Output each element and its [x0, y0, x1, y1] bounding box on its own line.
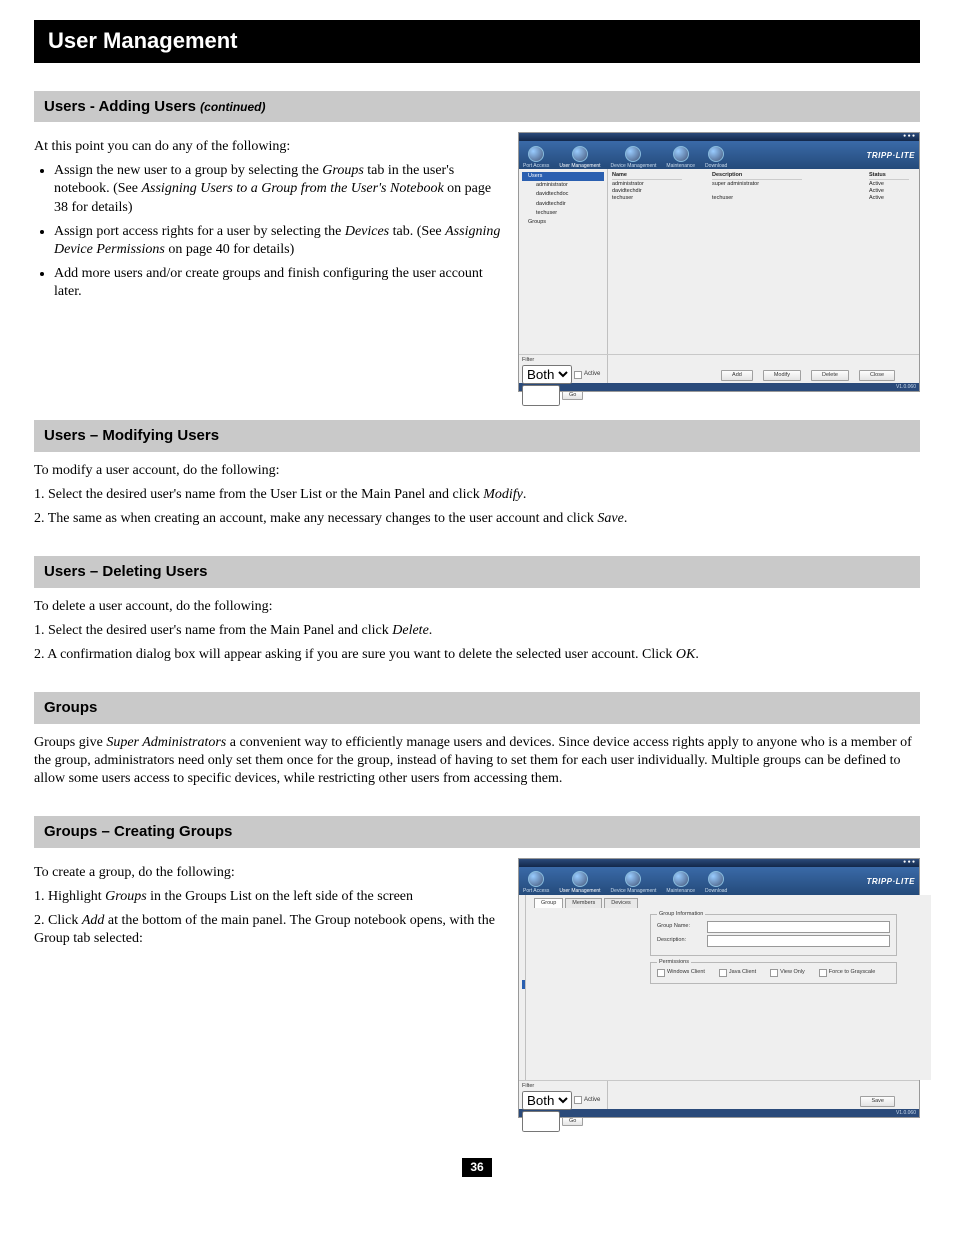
device-icon	[625, 871, 641, 887]
ss1-filter-select[interactable]: Both	[522, 365, 572, 384]
table-row[interactable]: davidtechdir	[612, 188, 682, 195]
ss1-tool-port-access[interactable]: Port Access	[523, 146, 549, 170]
ss1-tree-users[interactable]: Users	[522, 172, 604, 181]
deleting-step1: 1. Select the desired user's name from t…	[34, 622, 920, 640]
ss2-tool-device-mgmt[interactable]: Device Management	[611, 871, 657, 895]
ss2-group-info-fieldset: Group Information Group Name: Descriptio…	[650, 914, 897, 956]
page-number: 36	[462, 1158, 492, 1178]
modifying-intro: To modify a user account, do the followi…	[34, 462, 920, 480]
ss2-filter-input[interactable]	[522, 1111, 560, 1132]
ss2-tool-download[interactable]: Download	[705, 871, 727, 895]
ss2-permissions-fieldset: Permissions Windows Client Java Client V…	[650, 962, 897, 984]
ss2-go-button[interactable]: Go	[562, 1117, 583, 1126]
ss1-filter-label: Filter	[522, 357, 604, 364]
groups-para: Groups give Super Administrators a conve…	[34, 734, 920, 789]
ss2-window-controls: ● ● ●	[519, 859, 919, 867]
download-icon	[708, 146, 724, 162]
users-icon	[572, 871, 588, 887]
ss1-col-name: Name	[612, 172, 682, 180]
ss1-delete-button[interactable]: Delete	[811, 370, 849, 381]
deleting-intro: To delete a user account, do the followi…	[34, 598, 920, 616]
ss1-window-controls: ● ● ●	[519, 133, 919, 141]
section-heading-deleting: Users – Deleting Users	[34, 556, 920, 588]
ss1-tree-user-3[interactable]: davidtechdir	[522, 200, 604, 209]
bullet-2: Assign port access rights for a user by …	[54, 223, 502, 259]
ss1-col-status: Status	[869, 172, 909, 180]
wrench-icon	[673, 146, 689, 162]
ss2-filter-active[interactable]: Active	[574, 1096, 600, 1104]
section-heading-creating: Groups – Creating Groups	[34, 816, 920, 848]
ss2-tab-devices[interactable]: Devices	[604, 898, 638, 908]
ss2-chk-java[interactable]: Java Client	[719, 969, 756, 977]
adding-bullets: Assign the new user to a group by select…	[54, 162, 502, 301]
ss1-toolbar: Port Access User Management Device Manag…	[519, 141, 919, 169]
ss1-tool-device-mgmt[interactable]: Device Management	[611, 146, 657, 170]
ss1-add-button[interactable]: Add	[721, 370, 753, 381]
ss2-tool-port-access[interactable]: Port Access	[523, 871, 549, 895]
modifying-step1: 1. Select the desired user's name from t…	[34, 486, 920, 504]
ss2-filter-label: Filter	[522, 1083, 604, 1090]
ss2-save-button[interactable]: Save	[860, 1096, 895, 1107]
table-row[interactable]: administrator	[612, 181, 682, 188]
ss2-group-desc-input[interactable]	[707, 935, 890, 947]
ss1-main-panel: Name administrator davidtechdir techuser…	[608, 169, 919, 354]
page-title-bar: User Management	[34, 20, 920, 63]
ss1-tree-user-4[interactable]: techuser	[522, 209, 604, 218]
ss2-sidebar: Users administrator davidtechdoc techuse…	[519, 895, 526, 1080]
section-heading-modifying: Users – Modifying Users	[34, 420, 920, 452]
screenshot-users-list: ● ● ● Port Access User Management Device…	[518, 132, 920, 392]
ss2-chk-grayscale[interactable]: Force to Grayscale	[819, 969, 875, 977]
section-heading-adding: Users - Adding Users (continued)	[34, 91, 920, 123]
ss2-toolbar: Port Access User Management Device Manag…	[519, 867, 919, 895]
ss1-close-button[interactable]: Close	[859, 370, 895, 381]
brand-logo: TRIPP·LITE	[866, 877, 915, 887]
ss2-group-name-input[interactable]	[707, 921, 890, 933]
ss1-sidebar: Users administrator davidtechdoc davidte…	[519, 169, 608, 354]
wrench-icon	[673, 871, 689, 887]
ss1-filter-input[interactable]	[522, 385, 560, 406]
page-title: User Management	[48, 28, 238, 53]
ss1-tree-user-2[interactable]: davidtechdoc	[522, 190, 604, 199]
bullet-1: Assign the new user to a group by select…	[54, 162, 502, 217]
ss2-filter-select[interactable]: Both	[522, 1091, 572, 1110]
deleting-step2: 2. A confirmation dialog box will appear…	[34, 646, 920, 664]
globe-icon	[528, 146, 544, 162]
ss2-tab-group[interactable]: Group	[534, 898, 563, 908]
ss1-modify-button[interactable]: Modify	[763, 370, 801, 381]
ss1-tree-groups[interactable]: Groups	[522, 218, 604, 227]
creating-intro: To create a group, do the following:	[34, 864, 502, 882]
ss1-tree-user-1[interactable]: administrator	[522, 181, 604, 190]
adding-intro: At this point you can do any of the foll…	[34, 138, 502, 156]
ss1-tool-maintenance[interactable]: Maintenance	[666, 146, 695, 170]
ss2-tool-maintenance[interactable]: Maintenance	[666, 871, 695, 895]
ss2-chk-windows[interactable]: Windows Client	[657, 969, 705, 977]
ss2-tab-members[interactable]: Members	[565, 898, 602, 908]
ss1-tool-user-mgmt[interactable]: User Management	[559, 146, 600, 170]
section-heading-groups: Groups	[34, 692, 920, 724]
ss2-main-panel: Group Members Devices Group Information …	[526, 895, 931, 1080]
ss2-chk-viewonly[interactable]: View Only	[770, 969, 805, 977]
ss1-col-desc: Description	[712, 172, 802, 180]
screenshot-group-notebook: ● ● ● Port Access User Management Device…	[518, 858, 920, 1118]
globe-icon	[528, 871, 544, 887]
users-icon	[572, 146, 588, 162]
brand-logo: TRIPP·LITE	[866, 151, 915, 161]
table-row[interactable]: techuser	[612, 195, 682, 202]
ss1-go-button[interactable]: Go	[562, 391, 583, 400]
ss2-tool-user-mgmt[interactable]: User Management	[559, 871, 600, 895]
download-icon	[708, 871, 724, 887]
ss1-filter-active[interactable]: Active	[574, 371, 600, 379]
creating-step1: 1. Highlight Groups in the Groups List o…	[34, 888, 502, 906]
creating-step2: 2. Click Add at the bottom of the main p…	[34, 912, 502, 948]
modifying-step2: 2. The same as when creating an account,…	[34, 510, 920, 528]
ss1-tool-download[interactable]: Download	[705, 146, 727, 170]
device-icon	[625, 146, 641, 162]
bullet-3: Add more users and/or create groups and …	[54, 265, 502, 301]
